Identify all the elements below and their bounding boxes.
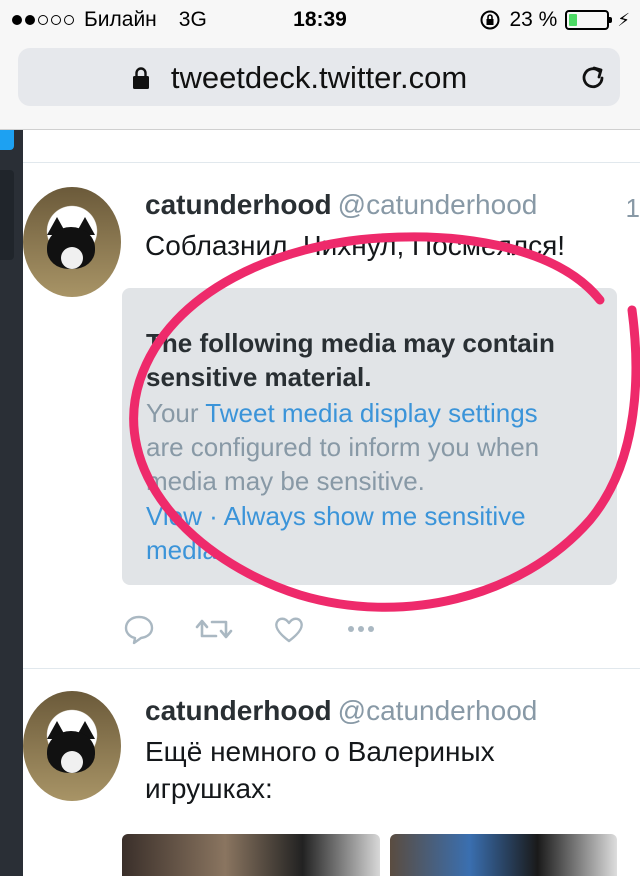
tweet-actions (122, 612, 378, 652)
tweet-media[interactable] (122, 834, 617, 876)
user-handle: @catunderhood (337, 695, 538, 726)
sidebar-column-slot[interactable] (0, 170, 14, 260)
media-settings-link[interactable]: Tweet media display settings (205, 398, 537, 428)
browser-toolbar: tweetdeck.twitter.com (0, 40, 640, 130)
orientation-lock-icon (480, 10, 500, 30)
like-icon[interactable] (272, 612, 306, 646)
battery-icon (565, 10, 613, 30)
battery-percent: 23 % (509, 8, 558, 31)
display-name: catunderhood (145, 189, 332, 220)
more-icon[interactable] (344, 612, 378, 646)
always-show-sensitive-link[interactable]: Always show me sensitive (224, 501, 526, 531)
tweet-text: Ещё немного о Валериных игрушках: (145, 736, 495, 804)
sensitive-actions: View · Always show me sensitive media (146, 499, 626, 567)
display-name: catunderhood (145, 695, 332, 726)
media-thumbnail[interactable] (390, 834, 617, 876)
avatar[interactable] (23, 691, 121, 801)
user-handle: @catunderhood (337, 189, 538, 220)
status-bar: Билайн 3G 18:39 23 % ⚡ (0, 0, 640, 40)
charging-icon: ⚡ (617, 9, 630, 30)
view-media-link[interactable]: View (146, 501, 202, 531)
tweetdeck-sidebar (0, 130, 23, 876)
always-show-sensitive-link-cont[interactable]: media (146, 533, 626, 567)
tweet-text: Соблазнил, Чихнул, Посмеялся! (145, 230, 566, 261)
sidebar-active-indicator[interactable] (0, 130, 14, 150)
reply-icon[interactable] (122, 612, 156, 646)
sensitive-title: The following media may contain sensitiv… (146, 328, 555, 392)
reload-icon[interactable] (578, 62, 608, 92)
avatar[interactable] (23, 187, 121, 297)
tweet-author[interactable]: catunderhood @catunderhood (145, 189, 537, 221)
column-header-strip (23, 130, 640, 163)
tweet-timestamp[interactable]: 1 (626, 193, 640, 224)
address-bar[interactable]: tweetdeck.twitter.com (18, 48, 620, 106)
retweet-icon[interactable] (194, 612, 234, 646)
sensitive-description: Your Tweet media display settings are co… (146, 398, 540, 496)
media-thumbnail[interactable] (122, 834, 380, 876)
url-text: tweetdeck.twitter.com (170, 60, 468, 95)
sensitive-media-warning: The following media may contain sensitiv… (122, 288, 617, 585)
tweet-author[interactable]: catunderhood @catunderhood (145, 695, 537, 727)
